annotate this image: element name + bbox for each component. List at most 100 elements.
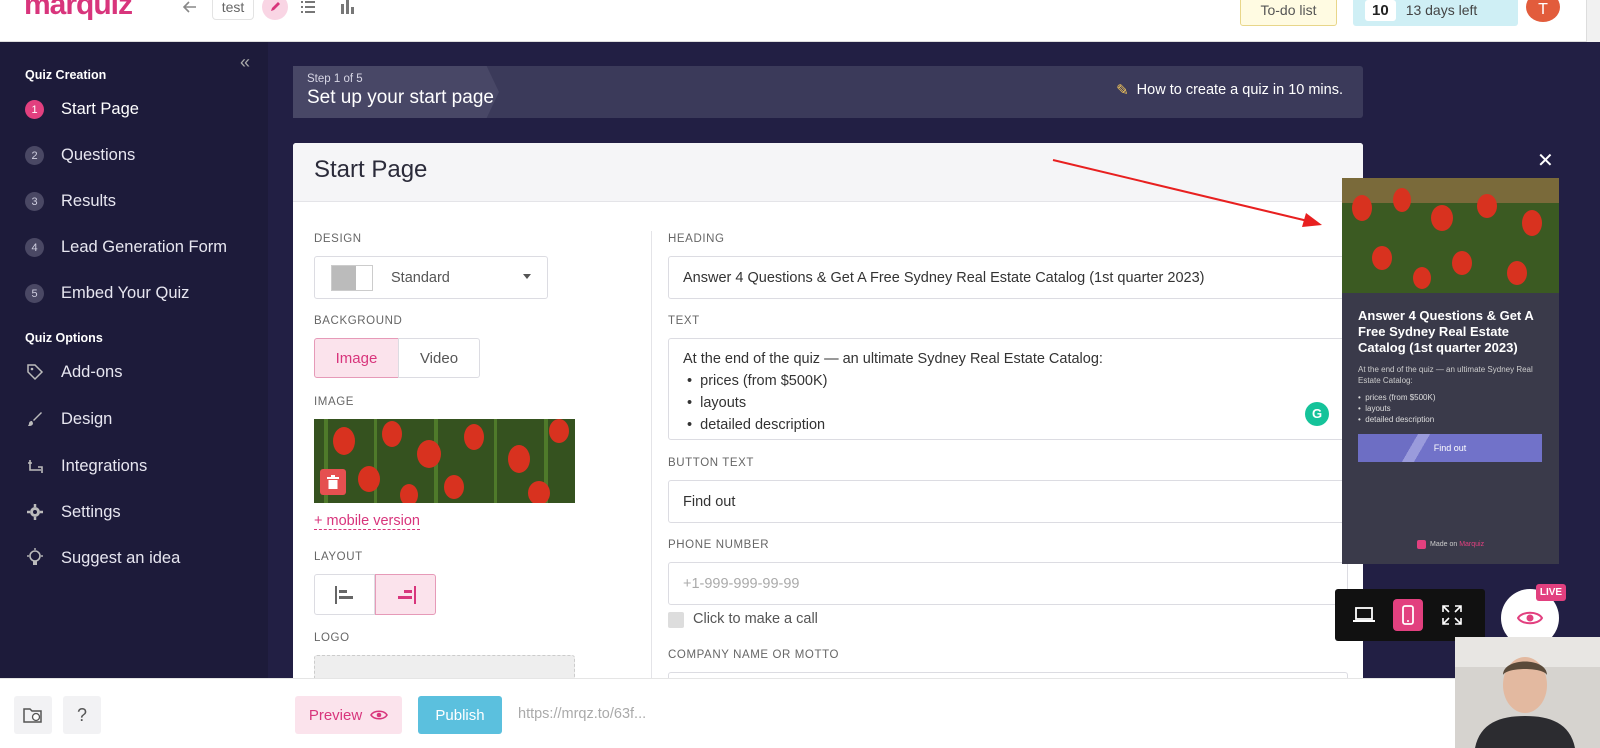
history-button[interactable]	[14, 696, 52, 734]
step-title: Set up your start page	[307, 87, 494, 108]
made-on-brand: Marquiz	[1459, 541, 1485, 548]
call-label: Click to make a call	[693, 611, 818, 627]
preview-cta-button[interactable]: Find out	[1358, 434, 1542, 462]
sidebar-item-results[interactable]: 3 Results	[25, 192, 116, 211]
bullet-text: prices (from $500K)	[700, 373, 828, 389]
integrations-icon	[25, 456, 45, 476]
align-left-icon	[334, 585, 353, 604]
step-number-badge: 1	[25, 100, 44, 119]
mobile-preview: Answer 4 Questions & Get A Free Sydney R…	[1342, 178, 1559, 564]
sidebar-item-design[interactable]: Design	[25, 409, 112, 429]
sidebar-item-label: Results	[61, 192, 117, 210]
top-bar: marquiz test To-do list 10 13 days left …	[0, 0, 1600, 748]
marquiz-logo-icon	[1417, 540, 1426, 549]
sidebar-item-suggest[interactable]: Suggest an idea	[25, 548, 180, 568]
made-on-marquiz: Made on Marquiz	[1417, 540, 1484, 549]
back-arrow-icon[interactable]	[176, 0, 204, 20]
bullet-text: layouts	[700, 395, 747, 411]
bullet-text: detailed description	[700, 417, 826, 433]
heading-input[interactable]: Answer 4 Questions & Get A Free Sydney R…	[668, 256, 1348, 299]
desktop-view-button[interactable]	[1349, 601, 1379, 629]
layout-left-button[interactable]	[314, 574, 375, 615]
sidebar-item-label: Lead Generation Form	[61, 238, 228, 256]
layout-right-button[interactable]	[375, 574, 436, 615]
sidebar-item-label: Add-ons	[61, 362, 123, 381]
expand-icon	[1442, 605, 1462, 625]
todo-label: To-do list	[1260, 2, 1317, 18]
text-bullet: • prices (from $500K)	[687, 373, 828, 389]
text-bullet: • detailed description	[687, 417, 826, 433]
quiz-name-field[interactable]: test	[212, 0, 254, 20]
help-button[interactable]: ?	[63, 696, 101, 734]
heading-label: HEADING	[668, 233, 725, 245]
collapse-sidebar-icon[interactable]: «	[240, 52, 250, 73]
edit-pencil-icon[interactable]	[262, 0, 288, 20]
sidebar-item-addons[interactable]: Add-ons	[25, 362, 122, 382]
preview-heading: Answer 4 Questions & Get A Free Sydney R…	[1358, 308, 1534, 355]
text-editor[interactable]: At the end of the quiz — an ultimate Syd…	[668, 338, 1348, 440]
todo-list-button[interactable]: To-do list	[1240, 0, 1337, 26]
step-number-badge: 5	[25, 284, 44, 303]
preview-button[interactable]: Preview	[295, 696, 402, 734]
step-number-badge: 4	[25, 238, 44, 257]
sidebar: « Quiz Creation 1 Start Page 2 Questions…	[0, 42, 268, 678]
pencil-emoji-icon: ✎	[1116, 82, 1129, 99]
grammarly-icon[interactable]: G	[1305, 402, 1329, 426]
days-left-label: 13 days left	[1405, 2, 1478, 18]
folder-clock-icon	[23, 708, 42, 723]
quiz-url[interactable]: https://mrqz.to/63f...	[518, 706, 646, 722]
publish-button[interactable]: Publish	[418, 696, 502, 734]
mobile-version-link[interactable]: + mobile version	[314, 513, 420, 530]
eye-icon	[1517, 611, 1543, 625]
sidebar-item-lead-form[interactable]: 4 Lead Generation Form	[25, 238, 227, 257]
live-badge: LIVE	[1536, 584, 1566, 601]
design-select[interactable]: Standard	[314, 256, 548, 299]
card-title: Start Page	[314, 156, 428, 183]
design-label: DESIGN	[314, 233, 362, 245]
sidebar-item-label: Questions	[61, 146, 136, 164]
sidebar-item-integrations[interactable]: Integrations	[25, 456, 147, 476]
call-checkbox[interactable]	[668, 612, 684, 628]
phone-label: PHONE NUMBER	[668, 539, 770, 551]
company-label: COMPANY NAME OR MOTTO	[668, 649, 840, 661]
chevron-down-icon	[523, 274, 531, 279]
close-preview-icon[interactable]: ✕	[1537, 148, 1554, 173]
step-counter: Step 1 of 5	[307, 73, 363, 85]
step-number-badge: 3	[25, 192, 44, 211]
tag-icon	[25, 362, 45, 382]
delete-image-button[interactable]	[320, 469, 346, 495]
button-text-input[interactable]: Find out	[668, 480, 1348, 523]
avatar[interactable]: T	[1526, 0, 1560, 22]
layout-label: LAYOUT	[314, 551, 363, 563]
phone-icon	[1402, 605, 1414, 625]
trial-counter[interactable]: 10 13 days left	[1353, 0, 1518, 26]
sidebar-item-label: Embed Your Quiz	[61, 284, 190, 302]
sidebar-item-start-page[interactable]: 1 Start Page	[25, 100, 139, 119]
preview-bullets: • prices (from $500K) • layouts • detail…	[1358, 392, 1436, 425]
phone-input[interactable]: +1-999-999-99-99	[668, 562, 1348, 605]
bg-image-tab[interactable]: Image	[314, 338, 399, 378]
fullscreen-button[interactable]	[1437, 601, 1467, 629]
made-on-label: Made on	[1430, 541, 1458, 548]
help-video-link[interactable]: ✎ How to create a quiz in 10 mins.	[1116, 81, 1343, 99]
list-icon[interactable]	[296, 0, 320, 20]
days-number: 10	[1365, 0, 1396, 21]
help-link-label: How to create a quiz in 10 mins.	[1136, 82, 1343, 98]
preview-text: At the end of the quiz — an ultimate Syd…	[1358, 365, 1533, 385]
bg-video-tab[interactable]: Video	[398, 338, 480, 378]
sidebar-item-embed[interactable]: 5 Embed Your Quiz	[25, 284, 189, 303]
sidebar-item-settings[interactable]: Settings	[25, 502, 121, 522]
image-label: IMAGE	[314, 396, 355, 408]
stats-icon[interactable]	[336, 0, 360, 20]
preview-label: Preview	[308, 706, 363, 724]
bg-video-label: Video	[419, 349, 459, 367]
mobile-view-button[interactable]	[1393, 599, 1423, 631]
sidebar-item-questions[interactable]: 2 Questions	[25, 146, 135, 165]
background-image-thumbnail[interactable]	[314, 419, 575, 503]
quiz-options-heading: Quiz Options	[25, 331, 103, 345]
logo-label: LOGO	[314, 632, 350, 644]
brush-icon	[25, 409, 45, 429]
app-logo: marquiz	[24, 0, 133, 21]
background-label: BACKGROUND	[314, 315, 403, 327]
align-right-icon	[397, 585, 416, 604]
